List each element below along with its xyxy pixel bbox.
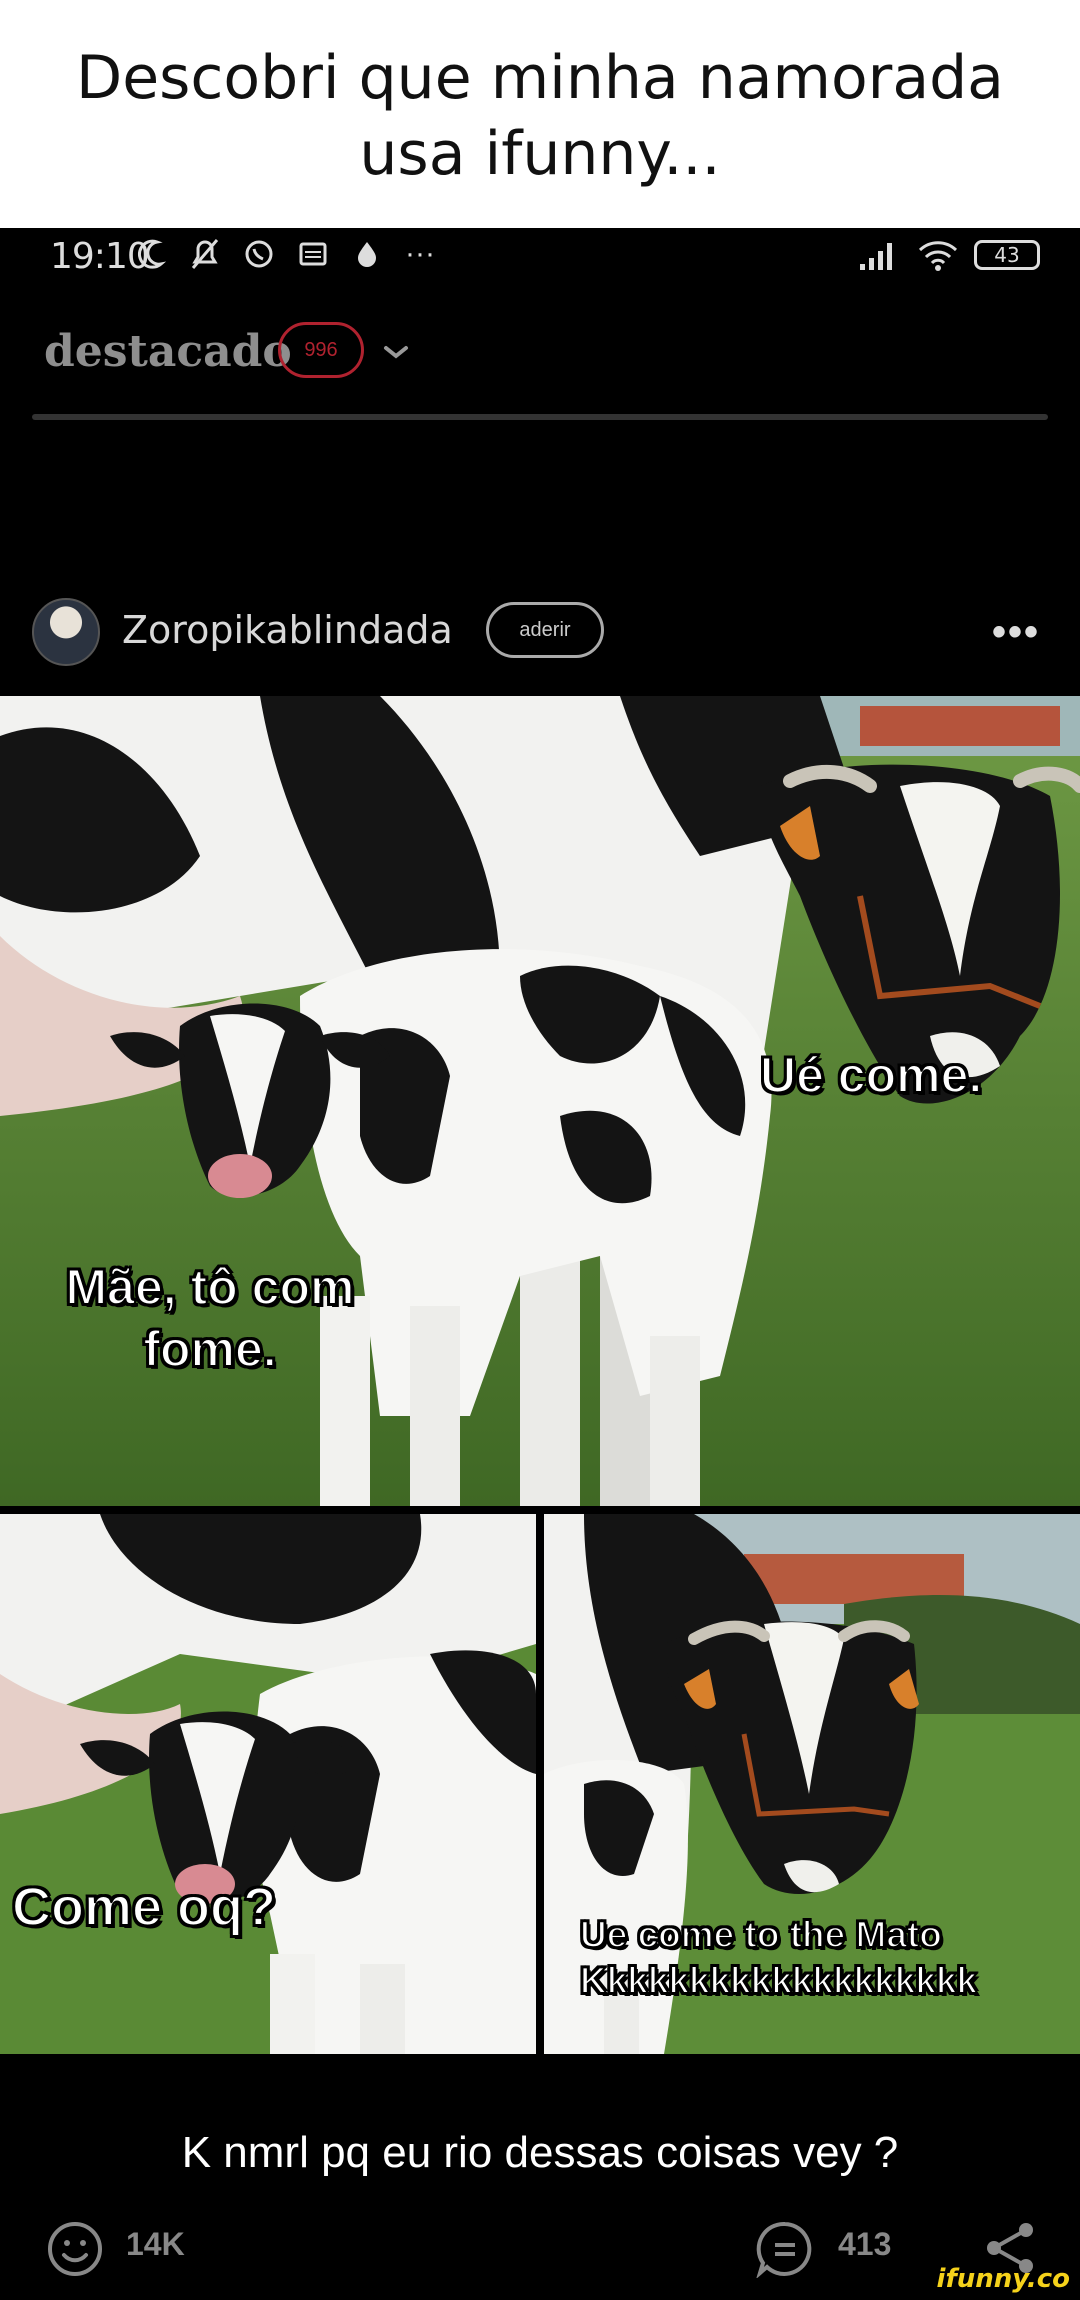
cow-caption-2a: Ue come to the Mato <box>579 1913 943 1956</box>
moon-icon <box>138 239 167 269</box>
battery-icon: 43 <box>974 240 1040 270</box>
comments-count: 413 <box>838 2226 892 2262</box>
chevron-down-icon[interactable] <box>376 332 416 372</box>
whatsapp-icon <box>245 240 273 268</box>
calf-photo <box>0 1514 536 2054</box>
cow-caption-2b: Kkkkkkkkkkkkkkkkkkk <box>579 1959 978 2002</box>
header-divider <box>32 414 1048 420</box>
notification-icons: ··· <box>135 234 435 274</box>
phone-screenshot: 19:10 ··· 43 destacado 996 Zoropikablind… <box>0 228 1080 2300</box>
caption-line-2: usa ifunny... <box>359 119 721 189</box>
message-icon <box>299 242 327 266</box>
mute-icon <box>191 239 219 269</box>
calf-caption-1: Mãe, tô com fome. <box>65 1258 356 1378</box>
avatar[interactable] <box>32 598 100 666</box>
post-caption: K nmrl pq eu rio dessas coisas vey ? <box>181 2128 899 2177</box>
signal-icon <box>860 243 892 270</box>
meme-panel-1: Mãe, tô com fome. Ué come. <box>0 696 1080 1506</box>
status-time: 19:10 <box>50 236 150 277</box>
post-username[interactable]: Zoropikablindada <box>122 608 453 652</box>
meme-caption: Descobri que minha namorada usa ifunny..… <box>0 0 1080 228</box>
cow-caption-1: Ué come. <box>759 1046 983 1104</box>
feed-count-badge: 996 <box>278 322 364 378</box>
join-button[interactable]: aderir <box>486 602 604 658</box>
meme-panel-2: Come oq? <box>0 1514 536 2054</box>
status-bar: 19:10 ··· 43 <box>0 228 1080 288</box>
meme-image: Mãe, tô com fome. Ué come. Come oq? Ue c… <box>0 696 1080 2286</box>
ifunny-watermark: ifunny.co <box>936 2264 1070 2294</box>
likes-count: 14K <box>126 2226 185 2262</box>
caption-line-1: Descobri que minha namorada <box>76 43 1004 113</box>
meme-panel-3: Ue come to the Mato Kkkkkkkkkkkkkkkkkkk <box>544 1514 1080 2054</box>
calf-caption-2: Come oq? <box>11 1876 277 1938</box>
feed-title[interactable]: destacado <box>44 326 292 377</box>
more-notifications: ··· <box>405 237 435 270</box>
smile-icon[interactable] <box>46 2220 104 2278</box>
drop-icon <box>358 242 376 267</box>
wifi-icon <box>918 241 958 271</box>
comment-icon[interactable] <box>756 2220 814 2278</box>
system-icons: 43 <box>858 238 1040 272</box>
more-options-button[interactable]: ••• <box>992 610 1040 655</box>
